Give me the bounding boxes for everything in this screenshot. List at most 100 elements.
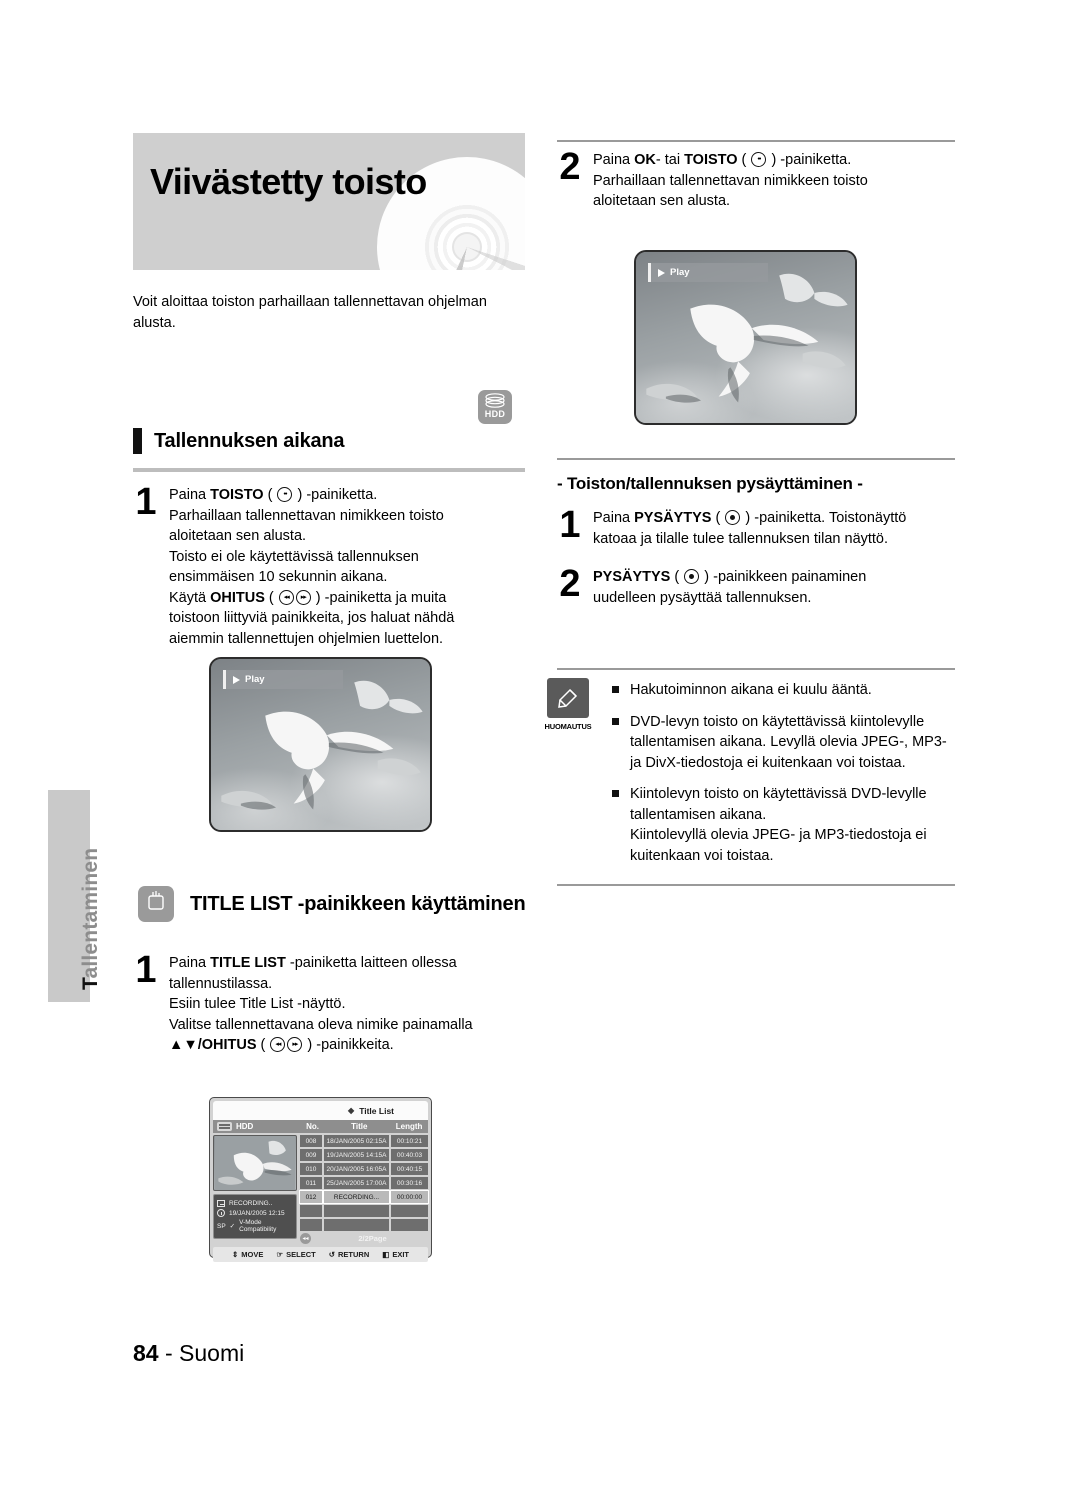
footer-key-exit[interactable]: ◧ EXIT	[382, 1250, 409, 1259]
osd-titlebar: ◆ Title List	[213, 1101, 428, 1120]
play-label: Play	[670, 267, 690, 278]
table-row-selected[interactable]: 012 RECORDING... 00:00:00	[299, 1190, 429, 1204]
note-item: Kiintolevyn toisto on käytettävissä DVD-…	[612, 784, 957, 866]
footer-label-move: MOVE	[241, 1250, 264, 1259]
row-length: 00:10:21	[391, 1135, 428, 1147]
row-no: 008	[300, 1135, 322, 1147]
check-icon: ✓	[229, 1223, 236, 1230]
osd-thumbnail-illustration	[214, 1136, 296, 1190]
step-text: PYSÄYTYS ( ) -painikkeen painaminen uude…	[593, 567, 959, 608]
key-pysaytys: PYSÄYTYS	[634, 510, 712, 526]
note-divider-bottom	[557, 884, 955, 886]
row-no: 009	[300, 1149, 322, 1161]
step-line-4: Toisto ei ole käytettävissä tallennuksen	[169, 548, 419, 565]
footer-key-move[interactable]: ⇕ MOVE	[232, 1250, 263, 1259]
row-no: 010	[300, 1163, 322, 1175]
sidebar-chapter-tab: Tallentaminen	[48, 790, 102, 1002]
row-no: 011	[300, 1177, 322, 1189]
step-1-stop: 1 Paina PYSÄYTYS ( ) -painiketta. Toisto…	[557, 504, 959, 549]
skip-back-icon: ◂◂	[278, 589, 294, 605]
footer-label-select: SELECT	[286, 1250, 316, 1259]
table-row[interactable]: 008 18/JAN/2005 02:15A 00:10:21	[300, 1135, 428, 1147]
step-1-recording: 1 Paina TOISTO ( •• ) -painiketta. Parha…	[133, 481, 525, 650]
note-text: Hakutoiminnon aikana ei kuulu ääntä.	[630, 682, 872, 698]
table-row[interactable]: 010 20/JAN/2005 16:05A 00:40:15	[300, 1163, 428, 1175]
play-triangle-icon	[658, 268, 665, 277]
note-text: DVD-levyn toisto on käytettävissä kiinto…	[630, 713, 947, 771]
step-number: 2	[559, 563, 581, 605]
subsection-heading-stop: - Toiston/tallennuksen pysäyttäminen -	[557, 474, 863, 493]
bullet-square-icon	[612, 686, 619, 693]
osd-source-label: HDD	[236, 1122, 254, 1131]
section-title: Tallennuksen aikana	[154, 429, 345, 452]
tl-line-5-mid: (	[256, 1037, 270, 1054]
step-2-playback: 2 Paina OK- tai TOISTO ( •• ) -painikett…	[557, 148, 957, 212]
row-title: 20/JAN/2005 16:05A	[324, 1163, 389, 1175]
s2-mid: (	[670, 569, 684, 585]
note-caption: HUOMAUTUS	[544, 722, 592, 731]
key-updown-ohitus: ▲▼/OHITUS	[169, 1037, 257, 1054]
step-line-2: Parhaillaan tallennettavan nimikkeen toi…	[169, 507, 444, 524]
tl-line-1-pre: Paina	[169, 955, 211, 971]
osd-page-label: 2/2Page	[358, 1234, 387, 1243]
play-button-icon: ••	[751, 152, 767, 167]
s1-mid: (	[711, 510, 725, 526]
playback-screenshot-2: Play	[634, 250, 857, 425]
osd-info-compat: V-Mode Compatibility	[239, 1219, 277, 1233]
key-ok: OK	[634, 152, 656, 168]
footer-label-return: RETURN	[338, 1250, 370, 1259]
step-line-6-mid: (	[264, 589, 278, 606]
osd-body: RECORDING.. 19/JAN/2005 12:15 SP ✓ V-Mod…	[213, 1135, 429, 1244]
s2-line2: uudelleen pysäyttää tallennuksen.	[593, 589, 812, 606]
row-no: 012	[299, 1190, 323, 1204]
note-item: Hakutoiminnon aikana ei kuulu ääntä.	[612, 680, 957, 701]
step-number: 1	[559, 504, 581, 546]
stop-button-icon	[684, 569, 700, 584]
row-title: 25/JAN/2005 17:00A	[324, 1177, 389, 1189]
osd-info-panel: RECORDING.. 19/JAN/2005 12:15 SP ✓ V-Mod…	[213, 1194, 297, 1239]
clock-icon	[217, 1209, 225, 1217]
r-line-1-mid2: - tai	[655, 152, 685, 168]
r-line-1-pre: Paina	[593, 152, 635, 168]
hdd-platter-glyph	[478, 393, 512, 409]
page-prev-icon[interactable]: ◂◂	[300, 1233, 311, 1244]
step-text: Paina TITLE LIST -painiketta laitteen ol…	[169, 953, 525, 1056]
pencil-glyph	[558, 688, 578, 708]
row-title: RECORDING...	[323, 1190, 390, 1204]
title-icon	[217, 1200, 225, 1207]
osd-info-time-row: 19/JAN/2005 12:15	[217, 1209, 293, 1217]
intro-paragraph: Voit aloittaa toiston parhaillaan tallen…	[133, 294, 487, 331]
tl-line-4: Valitse tallennettavana oleva nimike pai…	[169, 1016, 473, 1033]
osd-col-length: Length	[395, 1122, 423, 1131]
row-title: 19/JAN/2005 14:15A	[324, 1149, 389, 1161]
osd-info-mode: SP	[217, 1222, 226, 1230]
osd-info-datetime: 19/JAN/2005 12:15	[229, 1209, 285, 1217]
page-title: Viivästetty toisto	[150, 161, 427, 202]
table-row[interactable]: 009 19/JAN/2005 14:15A 00:40:03	[300, 1149, 428, 1161]
osd-col-title: Title	[351, 1122, 368, 1131]
note-list: Hakutoiminnon aikana ei kuulu ääntä. DVD…	[612, 680, 957, 878]
updown-arrow-icon: ⇕	[231, 1250, 239, 1259]
skip-back-icon: ◂◂	[270, 1037, 286, 1053]
section-bullet-bar	[133, 428, 142, 454]
osd-play-badge: Play	[223, 670, 343, 689]
step-text: Paina PYSÄYTYS ( ) -painiketta. Toistonä…	[593, 508, 959, 549]
note-divider-top	[557, 668, 955, 670]
r-line-1-mid: (	[737, 152, 751, 168]
step-line-7: toistoon liittyviä painikkeita, jos halu…	[169, 610, 455, 627]
title-list-button-icon	[138, 886, 174, 922]
right-divider-top	[557, 140, 955, 142]
row-length: 00:40:15	[391, 1163, 428, 1175]
table-row[interactable]: 011 25/JAN/2005 17:00A 00:30:16	[300, 1177, 428, 1189]
osd-column-header: HDD No. Title Length	[213, 1120, 428, 1133]
osd-play-badge: Play	[648, 263, 768, 282]
tl-line-2: tallennustilassa.	[169, 975, 273, 992]
osd-source: HDD	[213, 1122, 297, 1131]
step-number: 1	[135, 481, 157, 523]
hdd-label: HDD	[484, 409, 506, 419]
footer-key-return[interactable]: ↺ RETURN	[329, 1250, 370, 1259]
section-divider	[133, 468, 525, 472]
footer-separator: -	[158, 1340, 180, 1366]
exit-icon: ◧	[382, 1250, 390, 1259]
footer-key-select[interactable]: ☞ SELECT	[276, 1250, 315, 1259]
